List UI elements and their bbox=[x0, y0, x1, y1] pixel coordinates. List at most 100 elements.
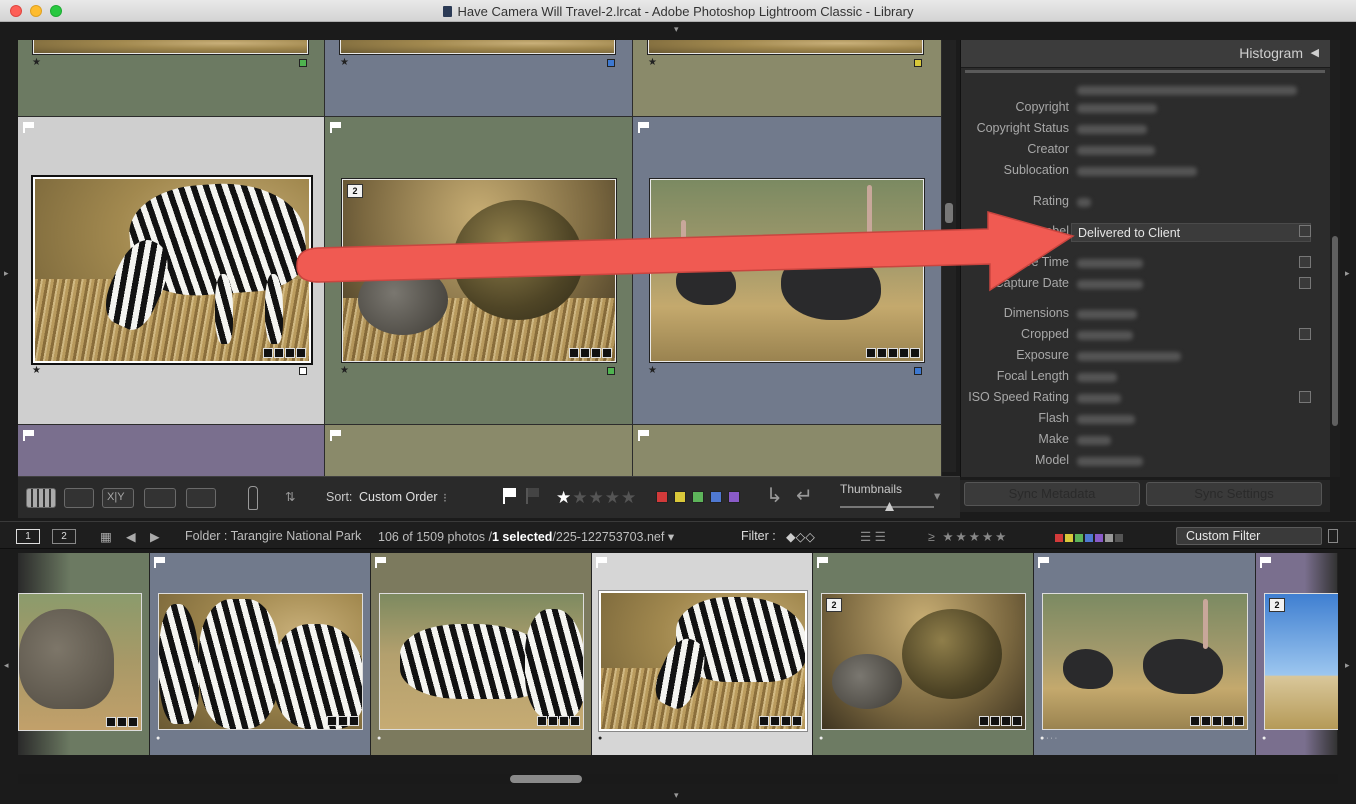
flag-icon[interactable] bbox=[330, 430, 341, 441]
flag-icon[interactable] bbox=[817, 557, 828, 568]
filter-lock-icon[interactable] bbox=[1328, 529, 1338, 543]
right-panel-scrollbar-thumb[interactable] bbox=[1332, 236, 1338, 426]
flag-filter-icon[interactable]: ◆◇◇ bbox=[786, 529, 815, 544]
sync-settings-button[interactable]: Sync Settings bbox=[1146, 482, 1322, 506]
photo-thumbnail[interactable]: 2 bbox=[821, 593, 1026, 730]
sync-metadata-button[interactable]: Sync Metadata bbox=[964, 482, 1140, 506]
grid-scrollbar[interactable] bbox=[942, 40, 956, 472]
label-action-button[interactable] bbox=[1299, 225, 1311, 237]
color-label-filters[interactable] bbox=[1055, 531, 1123, 545]
flag-icon[interactable] bbox=[375, 557, 386, 568]
photo-thumbnail[interactable] bbox=[158, 593, 363, 730]
grid-cell[interactable]: ★ bbox=[633, 40, 942, 117]
stack-count-badge[interactable]: 2 bbox=[347, 184, 363, 198]
color-label-red-button[interactable] bbox=[656, 491, 668, 503]
bottom-panel-toggle-icon[interactable]: ▾ bbox=[674, 790, 679, 801]
metadata-row-label[interactable]: Label Delivered to Client bbox=[961, 222, 1311, 242]
right-panel-toggle-icon[interactable]: ▸ bbox=[1345, 268, 1350, 279]
photo-thumbnail-selected[interactable] bbox=[33, 177, 311, 363]
grid-cell[interactable]: ★ bbox=[633, 117, 942, 425]
filter-sliders-icon[interactable]: ☰ ☰ bbox=[860, 529, 886, 544]
filmstrip-right-toggle-icon[interactable]: ▸ bbox=[1345, 660, 1350, 671]
second-window-button[interactable]: 2 bbox=[52, 529, 76, 544]
grid-shortcut-icon[interactable]: ▦ bbox=[100, 529, 112, 544]
grid-view: ★ ★ ★ ★ 2 ★ ★ bbox=[18, 40, 942, 494]
flag-filter-icon[interactable] bbox=[503, 488, 517, 504]
forward-arrow-icon[interactable]: ▶ bbox=[150, 529, 160, 544]
filmstrip-cell[interactable]: ● · · · bbox=[1034, 553, 1256, 755]
filmstrip-cell[interactable]: ● bbox=[150, 553, 371, 755]
stack-count-badge[interactable]: 2 bbox=[826, 598, 842, 612]
grid-cell-selected[interactable]: ★ bbox=[18, 117, 325, 425]
loupe-view-button[interactable] bbox=[64, 488, 94, 508]
grid-cell[interactable]: ★ bbox=[18, 40, 325, 117]
photo-count-status[interactable]: 106 of 1509 photos /1 selected/225-12275… bbox=[378, 529, 674, 544]
filmstrip-cell[interactable]: ● bbox=[371, 553, 592, 755]
flag-icon[interactable] bbox=[1260, 557, 1271, 568]
back-arrow-icon[interactable]: ◀ bbox=[126, 529, 136, 544]
star-rating-control[interactable]: ★★★★★ bbox=[556, 488, 637, 508]
filmstrip-cell-selected[interactable]: ● bbox=[592, 553, 813, 755]
toolbar-menu-chevron-icon[interactable]: ▾ bbox=[934, 488, 940, 503]
photo-thumbnail[interactable] bbox=[650, 179, 924, 362]
grid-cell[interactable]: ★ bbox=[325, 40, 633, 117]
photo-thumbnail[interactable]: 2 bbox=[1264, 593, 1338, 730]
filmstrip-scrollbar-thumb[interactable] bbox=[510, 775, 582, 783]
iso-button[interactable] bbox=[1299, 391, 1311, 403]
photo-thumbnail[interactable]: 2 bbox=[342, 179, 616, 362]
right-panel-scrollbar[interactable] bbox=[1330, 40, 1340, 477]
flag-icon[interactable] bbox=[154, 557, 165, 568]
sort-dropdown[interactable]: Custom Order bbox=[359, 490, 438, 504]
grid-cell[interactable]: 2 ★ bbox=[325, 117, 633, 425]
flag-icon[interactable] bbox=[638, 122, 649, 133]
capture-time-button[interactable] bbox=[1299, 256, 1311, 268]
photo-thumbnail[interactable] bbox=[340, 40, 615, 54]
sort-dropdown-chevron-icon[interactable]: ⁝ bbox=[443, 490, 447, 505]
color-label-blue-button[interactable] bbox=[710, 491, 722, 503]
filmstrip-cell[interactable]: 2 ● bbox=[813, 553, 1034, 755]
sort-direction-icon[interactable]: ⇅ bbox=[285, 489, 295, 504]
filmstrip-cell[interactable] bbox=[18, 553, 150, 755]
photo-thumbnail[interactable] bbox=[1042, 593, 1248, 730]
color-label-green-button[interactable] bbox=[692, 491, 704, 503]
rating-filter-stars[interactable]: ≥ ★★★★★ bbox=[928, 529, 1008, 544]
filmstrip-cell[interactable]: 2 ● bbox=[1256, 553, 1338, 755]
color-label-purple-button[interactable] bbox=[728, 491, 740, 503]
color-label-yellow-button[interactable] bbox=[674, 491, 686, 503]
left-panel-toggle-icon[interactable]: ▸ bbox=[4, 268, 9, 279]
photo-thumbnail[interactable] bbox=[648, 40, 923, 54]
flag-icon[interactable] bbox=[1038, 557, 1049, 568]
rotate-right-icon[interactable]: ↵ bbox=[796, 483, 813, 508]
label-value-field[interactable]: Delivered to Client bbox=[1071, 223, 1311, 242]
people-view-button[interactable] bbox=[186, 488, 216, 508]
grid-view-button[interactable] bbox=[26, 488, 56, 508]
cropped-button[interactable] bbox=[1299, 328, 1311, 340]
metadata-row: Copyright bbox=[961, 98, 1311, 118]
photo-thumbnail[interactable] bbox=[379, 593, 584, 730]
flag-icon[interactable] bbox=[596, 557, 607, 568]
main-window-button[interactable]: 1 bbox=[16, 529, 40, 544]
flag-icon[interactable] bbox=[23, 430, 34, 441]
photo-thumbnail[interactable] bbox=[33, 40, 308, 54]
filmstrip-left-toggle-icon[interactable]: ◂ bbox=[4, 660, 9, 671]
reject-filter-icon[interactable] bbox=[526, 488, 540, 504]
grid-scrollbar-thumb[interactable] bbox=[945, 203, 953, 223]
photo-thumbnail-selected[interactable] bbox=[599, 591, 807, 731]
capture-date-button[interactable] bbox=[1299, 277, 1311, 289]
histogram-panel-header[interactable]: Histogram ◀ bbox=[961, 40, 1331, 68]
top-panel-toggle-icon[interactable]: ▾ bbox=[674, 24, 679, 35]
survey-view-button[interactable] bbox=[144, 488, 176, 508]
flag-icon[interactable] bbox=[23, 122, 34, 133]
compare-view-button[interactable]: X|Y bbox=[102, 488, 134, 508]
flag-icon[interactable] bbox=[638, 430, 649, 441]
folder-source-label[interactable]: Folder : Tarangire National Park bbox=[185, 529, 361, 543]
filmstrip-scrollbar[interactable] bbox=[18, 774, 1338, 784]
photo-thumbnail[interactable] bbox=[18, 593, 142, 731]
rotate-left-icon[interactable]: ↳ bbox=[766, 483, 783, 508]
stack-count-badge[interactable]: 2 bbox=[1269, 598, 1285, 612]
histogram-title: Histogram bbox=[1239, 45, 1303, 61]
collapse-triangle-icon[interactable]: ◀ bbox=[1311, 46, 1319, 59]
custom-filter-dropdown[interactable]: Custom Filter bbox=[1176, 527, 1322, 545]
flag-icon[interactable] bbox=[330, 122, 341, 133]
painter-icon[interactable] bbox=[248, 486, 258, 510]
